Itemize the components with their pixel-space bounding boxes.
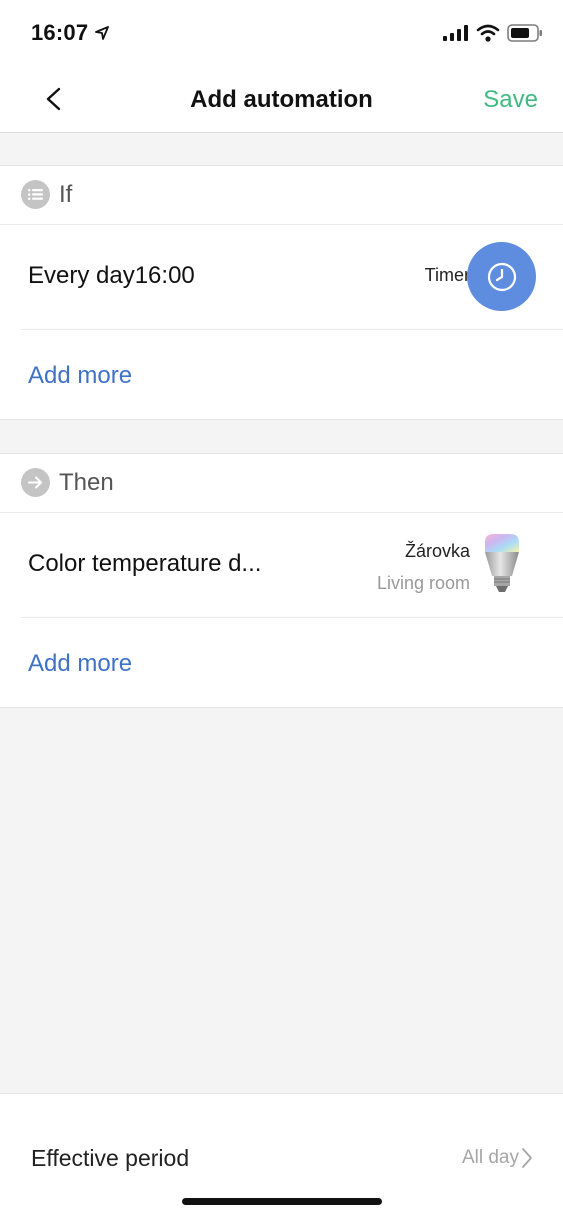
condition-text: Every day16:00 [28,262,195,289]
smart-bulb-icon [482,532,522,598]
battery-icon [507,24,543,47]
if-title: If [59,181,73,208]
then-add-more-label: Add more [28,650,133,677]
chevron-right-icon [521,1147,533,1174]
save-button[interactable]: Save [483,86,538,114]
wifi-icon [476,24,500,47]
device-room: Living room [376,573,470,593]
nav-bar: Add automation Save [0,66,563,133]
timer-condition-row[interactable]: Every day16:00 Timer [21,225,563,330]
if-section: If Every day16:00 Timer Add more [0,165,563,420]
status-bar: 16:07 [0,0,563,66]
condition-type-label: Timer [424,265,470,285]
location-arrow-icon [95,26,109,45]
status-time: 16:07 [31,20,89,45]
then-title: Then [59,469,114,496]
action-text: Color temperature d... [28,550,262,577]
if-header: If [0,166,563,225]
effective-period-label: Effective period [31,1145,190,1171]
then-section: Then Color temperature d... Žárovka Livi… [0,453,563,708]
list-icon [21,180,50,209]
then-add-more-button[interactable]: Add more [0,618,563,707]
home-indicator[interactable] [182,1198,382,1205]
device-name: Žárovka [404,541,470,561]
effective-period-value: All day [461,1147,519,1168]
action-row[interactable]: Color temperature d... Žárovka Living ro… [21,513,563,618]
cellular-signal-icon [443,25,469,46]
then-header: Then [0,454,563,513]
page-title: Add automation [190,86,373,113]
if-add-more-label: Add more [28,362,133,389]
clock-icon [467,242,536,311]
arrow-right-icon [21,468,50,497]
if-add-more-button[interactable]: Add more [0,330,563,419]
